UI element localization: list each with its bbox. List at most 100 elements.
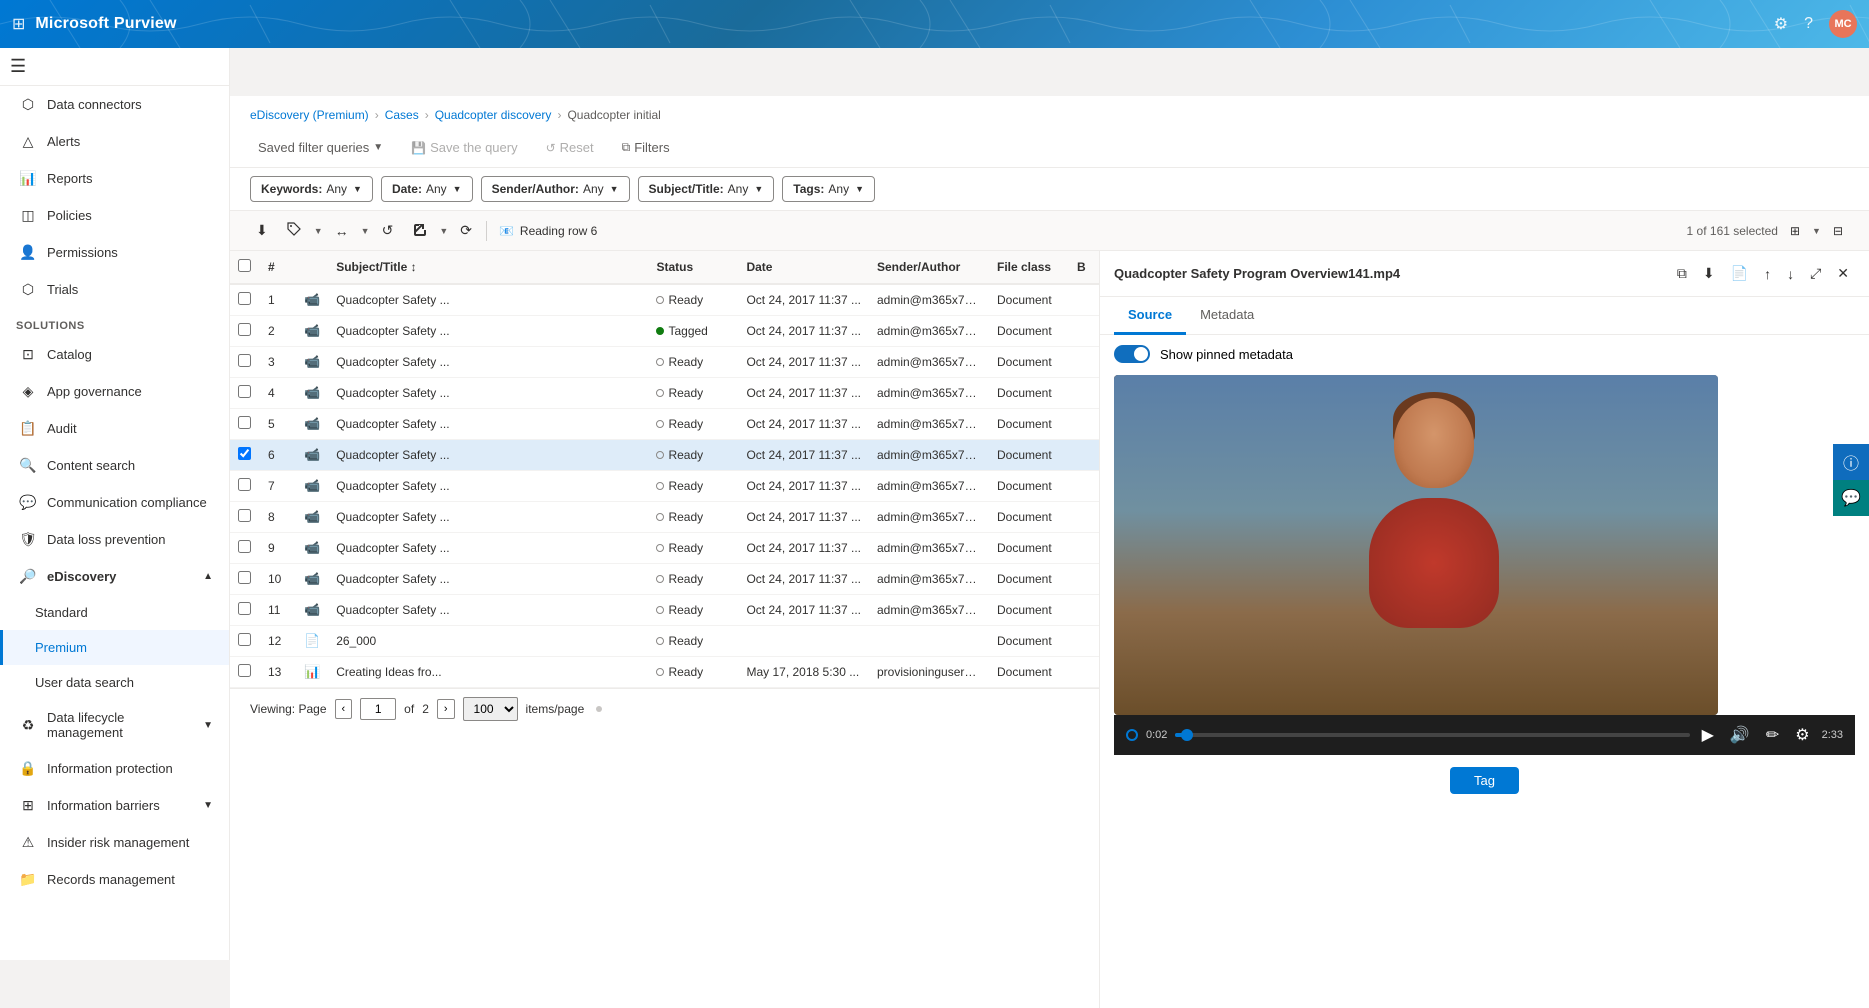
- table-row[interactable]: 10📹Quadcopter Safety ...ReadyOct 24, 201…: [230, 564, 1099, 595]
- subject-filter[interactable]: Subject/Title: Any ▼: [638, 176, 775, 202]
- row-checkbox[interactable]: [238, 447, 251, 460]
- settings-video-btn[interactable]: ⚙: [1791, 723, 1813, 747]
- table-row[interactable]: 1📹Quadcopter Safety ...ReadyOct 24, 2017…: [230, 284, 1099, 316]
- info-float-btn[interactable]: ⓘ: [1833, 444, 1869, 480]
- table-row[interactable]: 3📹Quadcopter Safety ...ReadyOct 24, 2017…: [230, 347, 1099, 378]
- sidebar-item-info-protection[interactable]: 🔒 Information protection: [0, 750, 229, 787]
- saved-filter-queries-button[interactable]: Saved filter queries ▼: [250, 136, 391, 159]
- table-row[interactable]: 4📹Quadcopter Safety ...ReadyOct 24, 2017…: [230, 378, 1099, 409]
- date-header[interactable]: Date: [738, 251, 869, 284]
- sidebar-item-standard[interactable]: Standard: [0, 595, 229, 630]
- sidebar-item-permissions[interactable]: 👤 Permissions: [0, 234, 229, 271]
- tag-button[interactable]: Tag: [1450, 767, 1519, 794]
- sidebar-item-data-lifecycle[interactable]: ♻ Data lifecycle management ▼: [0, 700, 229, 750]
- row-checkbox[interactable]: [238, 416, 251, 429]
- next-item-btn[interactable]: ↓: [1781, 262, 1800, 286]
- sidebar-item-premium[interactable]: Premium: [0, 630, 229, 665]
- sidebar-item-records-mgmt[interactable]: 📁 Records management: [0, 861, 229, 898]
- table-row[interactable]: 5📹Quadcopter Safety ...ReadyOct 24, 2017…: [230, 409, 1099, 440]
- sidebar-item-trials[interactable]: ⬡ Trials: [0, 271, 229, 308]
- row-checkbox[interactable]: [238, 292, 251, 305]
- table-row[interactable]: 13📊Creating Ideas fro...ReadyMay 17, 201…: [230, 657, 1099, 688]
- keywords-filter[interactable]: Keywords: Any ▼: [250, 176, 373, 202]
- sidebar-item-user-data-search[interactable]: User data search: [0, 665, 229, 700]
- view-toggle-btn[interactable]: ⊞: [1784, 220, 1806, 242]
- sidebar-item-insider-risk[interactable]: ⚠ Insider risk management: [0, 824, 229, 861]
- export-icon-btn[interactable]: [405, 217, 433, 244]
- video-progress-bar[interactable]: [1175, 733, 1689, 737]
- sidebar-item-info-barriers[interactable]: ⊞ Information barriers ▼: [0, 787, 229, 824]
- tab-source[interactable]: Source: [1114, 297, 1186, 335]
- breadcrumb-cases[interactable]: Cases: [385, 108, 419, 122]
- sidebar-item-ediscovery[interactable]: 🔎 eDiscovery ▲: [0, 558, 229, 595]
- select-all-header[interactable]: [230, 251, 260, 284]
- status-header[interactable]: Status: [648, 251, 738, 284]
- sidebar-item-data-connectors[interactable]: ⬡ Data connectors: [0, 86, 229, 123]
- per-page-select[interactable]: 100 50 25: [463, 697, 518, 721]
- save-the-query-button[interactable]: 💾 Save the query: [403, 136, 525, 159]
- table-row[interactable]: 2📹Quadcopter Safety ...TaggedOct 24, 201…: [230, 316, 1099, 347]
- date-filter[interactable]: Date: Any ▼: [381, 176, 473, 202]
- tag-action-btn[interactable]: [280, 217, 308, 244]
- row-checkbox[interactable]: [238, 385, 251, 398]
- waffle-menu-icon[interactable]: ⊞: [12, 14, 25, 34]
- page-input[interactable]: [360, 698, 396, 720]
- help-icon[interactable]: ?: [1804, 15, 1813, 33]
- play-btn[interactable]: ▶: [1698, 723, 1718, 747]
- tab-metadata[interactable]: Metadata: [1186, 297, 1268, 335]
- more-actions-btn[interactable]: ⟳: [454, 218, 478, 243]
- refresh-icon-btn[interactable]: ↺: [376, 218, 400, 243]
- row-checkbox[interactable]: [238, 509, 251, 522]
- table-row[interactable]: 12📄26_000ReadyDocument: [230, 626, 1099, 657]
- user-avatar[interactable]: MC: [1829, 10, 1857, 38]
- prev-item-btn[interactable]: ↑: [1758, 262, 1777, 286]
- hamburger-icon[interactable]: ☰: [10, 56, 26, 76]
- sidebar-item-audit[interactable]: 📋 Audit: [0, 410, 229, 447]
- table-row[interactable]: 8📹Quadcopter Safety ...ReadyOct 24, 2017…: [230, 502, 1099, 533]
- tags-filter[interactable]: Tags: Any ▼: [782, 176, 875, 202]
- sidebar-item-alerts[interactable]: △ Alerts: [0, 123, 229, 160]
- sender-header[interactable]: Sender/Author: [869, 251, 989, 284]
- sidebar-item-reports[interactable]: 📊 Reports: [0, 160, 229, 197]
- pinned-metadata-toggle[interactable]: [1114, 345, 1150, 363]
- table-row[interactable]: 7📹Quadcopter Safety ...ReadyOct 24, 2017…: [230, 471, 1099, 502]
- fileclass-header[interactable]: File class: [989, 251, 1069, 284]
- row-checkbox[interactable]: [238, 664, 251, 677]
- volume-btn[interactable]: 🔊: [1726, 723, 1754, 747]
- sender-filter[interactable]: Sender/Author: Any ▼: [481, 176, 630, 202]
- reset-button[interactable]: ↺ Reset: [538, 136, 602, 159]
- table-row[interactable]: 6📹Quadcopter Safety ...ReadyOct 24, 2017…: [230, 440, 1099, 471]
- subject-header[interactable]: Subject/Title ↕: [328, 251, 648, 284]
- select-all-checkbox[interactable]: [238, 259, 251, 272]
- sidebar-item-catalog[interactable]: ⊡ Catalog: [0, 336, 229, 373]
- open-in-new-btn[interactable]: ⧉: [1671, 261, 1693, 286]
- transcript-btn[interactable]: ✏: [1762, 723, 1783, 747]
- table-row[interactable]: 9📹Quadcopter Safety ...ReadyOct 24, 2017…: [230, 533, 1099, 564]
- move-icon-btn[interactable]: ↔: [329, 219, 355, 243]
- sidebar-item-policies[interactable]: ◫ Policies: [0, 197, 229, 234]
- chat-float-btn[interactable]: 💬: [1833, 480, 1869, 516]
- row-checkbox[interactable]: [238, 571, 251, 584]
- download-icon-btn[interactable]: ⬇: [250, 218, 274, 243]
- row-checkbox[interactable]: [238, 354, 251, 367]
- expand-btn[interactable]: ⤢: [1804, 261, 1827, 286]
- prev-page-btn[interactable]: ‹: [335, 699, 353, 719]
- breadcrumb-ediscovery[interactable]: eDiscovery (Premium): [250, 108, 369, 122]
- column-settings-btn[interactable]: ⊟: [1827, 220, 1849, 242]
- sidebar-item-data-loss[interactable]: 🛡 Data loss prevention: [0, 521, 229, 558]
- filters-button[interactable]: ⧉ Filters: [614, 136, 678, 159]
- download-detail-btn[interactable]: ⬇: [1697, 261, 1721, 286]
- table-row[interactable]: 11📹Quadcopter Safety ...ReadyOct 24, 201…: [230, 595, 1099, 626]
- view-original-btn[interactable]: 📄: [1725, 261, 1754, 286]
- row-checkbox[interactable]: [238, 478, 251, 491]
- row-checkbox[interactable]: [238, 633, 251, 646]
- row-checkbox[interactable]: [238, 323, 251, 336]
- row-checkbox[interactable]: [238, 602, 251, 615]
- settings-icon[interactable]: ⚙: [1774, 14, 1788, 34]
- sidebar-item-app-governance[interactable]: ◈ App governance: [0, 373, 229, 410]
- sidebar-item-comm-compliance[interactable]: 💬 Communication compliance: [0, 484, 229, 521]
- breadcrumb-quadcopter-discovery[interactable]: Quadcopter discovery: [435, 108, 552, 122]
- sidebar-item-content-search[interactable]: 🔍 Content search: [0, 447, 229, 484]
- row-checkbox[interactable]: [238, 540, 251, 553]
- close-detail-btn[interactable]: ✕: [1831, 261, 1855, 286]
